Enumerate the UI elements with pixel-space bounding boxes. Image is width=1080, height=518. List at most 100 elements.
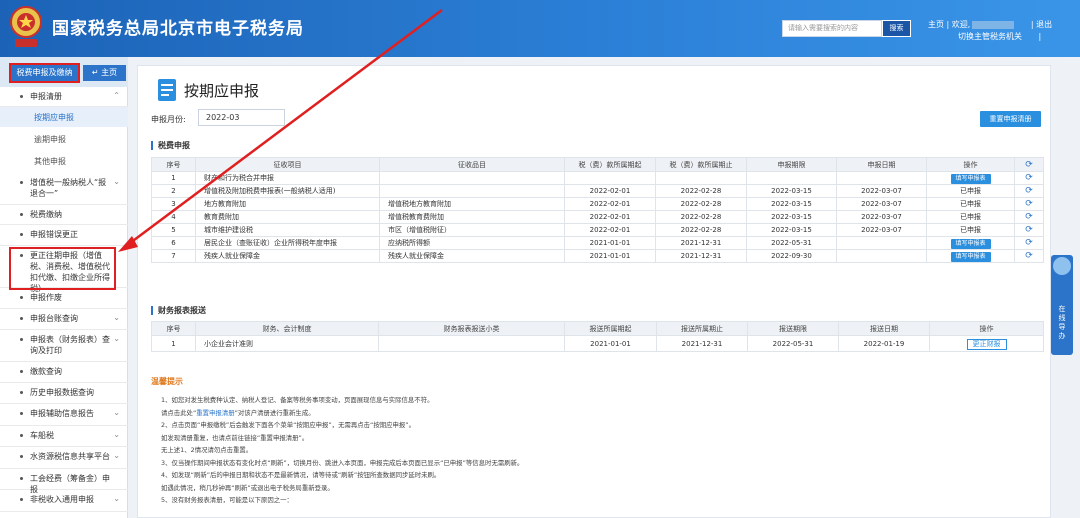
chevron-down-icon: ⌄ (113, 177, 120, 186)
table-cell-end: 2022-02-28 (655, 210, 747, 224)
refresh-icon[interactable]: ⟳ (1014, 197, 1044, 211)
chevron-up-icon: ⌃ (113, 91, 120, 100)
search-input[interactable]: 请输入需要搜索的内容 (782, 20, 882, 37)
table-row: 4 教育费附加 增值税教育费附加 2022-02-01 2022-02-28 2022-0… (151, 210, 1044, 224)
search-button[interactable]: 搜索 (882, 20, 911, 37)
sidebar-item-vat-refund[interactable]: 增值税一般纳税人“报退合一” ⌄ (0, 173, 128, 205)
reset-list-link[interactable]: 重置申报清册 (196, 409, 234, 417)
table-cell-no: 1 (151, 335, 196, 352)
fill-form-button[interactable]: 填写申报表 (950, 239, 991, 249)
sidebar-item-vehicle-tax[interactable]: 车船税 ⌄ (0, 426, 128, 447)
table-cell-action: 已申报 (926, 197, 1015, 211)
sidebar-item-ledger[interactable]: 申报台账查询 ⌄ (0, 309, 128, 330)
refresh-icon[interactable]: ⟳ (1014, 249, 1044, 263)
sidebar-item-union-fee[interactable]: 工会经费（筹备金）申报 (0, 469, 128, 494)
fill-form-button[interactable]: 填写申报表 (950, 252, 991, 262)
sidebar-item-payment[interactable]: 税费缴纳 (0, 205, 128, 225)
table-cell-no: 3 (151, 197, 196, 211)
sidebar-item-water-tax[interactable]: 水资源税信息共享平台 ⌄ (0, 447, 128, 469)
sidebar-item-void[interactable]: 申报作废 (0, 288, 128, 309)
online-help-widget[interactable]: 在线导办 (1051, 255, 1073, 355)
calendar-report-icon (158, 79, 176, 101)
table-cell-end: 2022-02-28 (655, 197, 747, 211)
refresh-icon[interactable]: ⟳ (1014, 184, 1044, 198)
table-cell-sub: 残疾人就业保障金 (379, 249, 565, 263)
column-header: 序号 (151, 321, 196, 336)
sidebar-subitem-label: 按期应申报 (34, 113, 74, 122)
sidebar-item-label: 申报台账查询 (30, 314, 78, 323)
table-cell-end: 2021-12-31 (656, 335, 748, 352)
table-cell-start: 2022-02-01 (564, 184, 656, 198)
section-title-tax: 税费申报 (151, 141, 190, 150)
table-cell-sub (378, 335, 565, 352)
tab-home[interactable]: ↵ 主页 (83, 65, 126, 81)
table-row: 3 地方教育附加 增值税地方教育附加 2022-02-01 2022-02-28 2022… (151, 197, 1044, 211)
refresh-icon[interactable]: ⟳ (1014, 236, 1044, 250)
tab-home-label: 主页 (101, 68, 118, 77)
table-cell-action[interactable]: 填写申报表 (926, 249, 1015, 263)
sidebar-item-payment-query[interactable]: 缴款查询 (0, 362, 128, 383)
sidebar-item-error-correction[interactable]: 申报错误更正 (0, 225, 128, 246)
sidebar-subitem-other[interactable]: 其他申报 (0, 151, 128, 171)
financial-report-table: 序号 财务、会计制度 财务报表报送小类 报送所属期起 报送所属期止 报送期限 报送日期 操作 … (151, 321, 1044, 352)
table-cell-date (836, 236, 927, 250)
table-cell-end: 2021-12-31 (655, 249, 747, 263)
sidebar-item-label: 水资源税信息共享平台 (30, 452, 110, 461)
bullet-icon (20, 213, 23, 216)
table-cell-action[interactable]: 更正财报 (929, 335, 1044, 352)
table-cell-sub: 市区（增值税附征） (379, 223, 565, 237)
sidebar-subitem-overdue[interactable]: 逾期申报 (0, 129, 128, 149)
table-cell-action[interactable]: 填写申报表 (926, 171, 1015, 185)
bullet-icon (20, 391, 23, 394)
top-header: 国家税务总局北京市电子税务局 请输入需要搜索的内容 搜索 主页 | 欢迎, | … (0, 0, 1080, 57)
table-cell-sub (379, 184, 565, 198)
logout-link[interactable]: 退出 (1036, 19, 1052, 30)
table-cell-item: 地方教育附加 (195, 197, 380, 211)
bullet-icon (20, 477, 23, 480)
sidebar-subitem-due-filing[interactable]: 按期应申报 (0, 107, 128, 127)
home-link[interactable]: 主页 (928, 19, 944, 30)
sidebar-item-nontax[interactable]: 非税收入通用申报 ⌄ (0, 490, 128, 512)
table-cell-deadline: 2022-03-15 (746, 184, 837, 198)
table-cell-action[interactable]: 填写申报表 (926, 236, 1015, 250)
table-cell-sub: 增值税教育费附加 (379, 210, 565, 224)
tab-tax-filing[interactable]: 税费申报及缴纳 (9, 63, 80, 83)
table-cell-start: 2021-01-01 (564, 249, 656, 263)
table-cell-end: 2022-02-28 (655, 184, 747, 198)
column-header: 报送日期 (838, 321, 930, 336)
page-title: 按期应申报 (184, 82, 260, 100)
sidebar-item-history[interactable]: 历史申报数据查询 (0, 383, 128, 404)
tip-line: 如发现清册重复，也请点前往链接“重置申报清册”。 (161, 433, 309, 442)
table-cell-date (836, 249, 927, 263)
fill-form-button[interactable]: 填写申报表 (950, 174, 991, 184)
month-input[interactable]: 2022-03 (198, 109, 285, 126)
sidebar-item-filing-list[interactable]: 申报清册 ⌃ (0, 87, 128, 107)
column-header: 税（费）款所属期起 (564, 157, 656, 172)
reset-list-button[interactable]: 重置申报清册 (980, 111, 1041, 127)
table-cell-deadline: 2022-03-15 (746, 223, 837, 237)
table-cell-deadline (746, 171, 837, 185)
table-cell-start (564, 171, 656, 185)
refresh-icon[interactable]: ⟳ (1014, 210, 1044, 224)
separator: | (1038, 32, 1042, 41)
tip-line: 如遇此情况，稍几秒钟再“刷新”或退出电子税务局重新登录。 (161, 483, 334, 492)
annotation-highlight-box (9, 247, 116, 290)
sidebar-item-label: 缴款查询 (30, 367, 62, 376)
correct-report-button[interactable]: 更正财报 (966, 338, 1007, 350)
switch-agency-link[interactable]: 切换主管税务机关 (958, 32, 1022, 41)
refresh-icon[interactable]: ⟳ (1014, 171, 1044, 185)
refresh-all-icon[interactable]: ⟳ (1014, 157, 1044, 172)
tip-line: 4、如发现“刷新”后的申报日期和状态不是最新情况，请等待或“刷新”按钮所查数据同… (161, 471, 441, 479)
table-cell-start: 2022-02-01 (564, 223, 656, 237)
table-cell-no: 1 (151, 171, 196, 185)
bullet-icon (20, 455, 23, 458)
site-title: 国家税务总局北京市电子税务局 (52, 19, 304, 39)
sidebar-item-report-query[interactable]: 申报表（财务报表）查询及打印 ⌄ (0, 330, 128, 362)
column-header: 申报日期 (836, 157, 927, 172)
table-cell-item: 残疾人就业保障金 (195, 249, 380, 263)
refresh-icon[interactable]: ⟳ (1014, 223, 1044, 237)
sidebar-item-aux-report[interactable]: 申报辅助信息报告 ⌄ (0, 404, 128, 426)
table-header-row: 序号 征收项目 征收品目 税（费）款所属期起 税（费）款所属期止 申报期限 申报日期 操作 ⟳ (151, 157, 1044, 172)
sidebar-tabs: 税费申报及缴纳 ↵ 主页 (0, 57, 128, 87)
table-cell-start: 2021-01-01 (564, 335, 657, 352)
